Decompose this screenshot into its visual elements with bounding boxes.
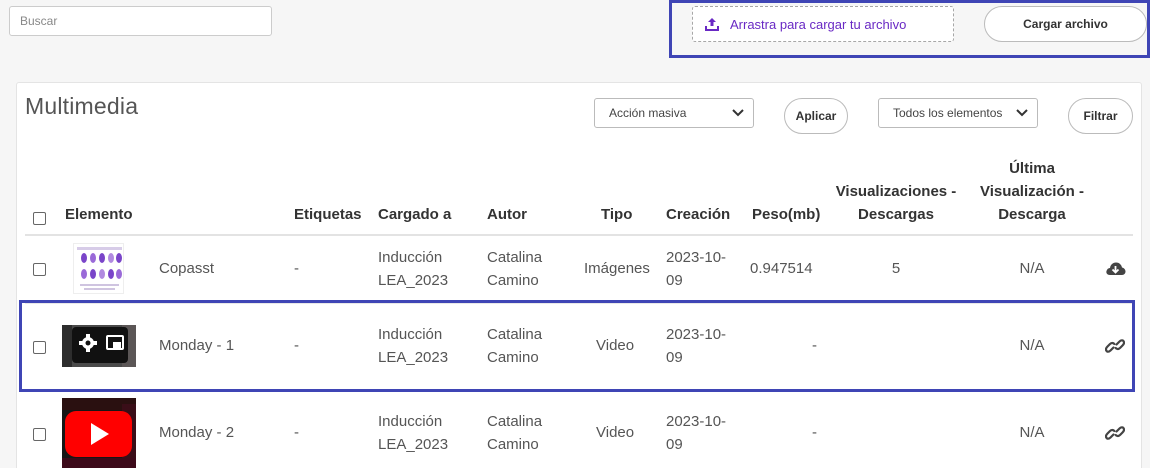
row-author-line-2: Camino [487,436,539,453]
video-thumbnail[interactable] [62,398,136,468]
row-author: Catalina Camino [487,323,542,369]
search-input[interactable] [9,6,272,36]
chevron-down-icon [1016,109,1028,117]
row-created-line-1: 2023-10- [666,413,727,430]
column-header-last-line-3: Descarga [998,206,1066,223]
row-views: 5 [891,260,901,277]
row-uploaded-to-line-1: Inducción [378,413,443,430]
row-element-name[interactable]: Monday - 1 [159,334,234,357]
video-thumbnail[interactable] [62,325,136,367]
cloud-download-icon[interactable] [1105,261,1126,277]
column-header-weight[interactable]: Peso(mb) [752,203,820,226]
youtube-play-icon [62,398,136,468]
row-created: 2023-10- 09 [666,323,726,369]
row-last-view: N/A [1019,337,1045,354]
row-type: Video [596,337,635,354]
row-element-name[interactable]: Monday - 2 [159,421,234,444]
upload-icon [705,18,719,31]
row-uploaded-to-line-2: LEA_2023 [378,349,449,366]
row-created-line-2: 09 [666,272,683,289]
row-tags: - [294,260,299,277]
row-uploaded-to-line-1: Inducción [378,249,443,266]
upload-dropzone[interactable]: Arrastra para cargar tu archivo [692,6,954,42]
column-header-type[interactable]: Tipo [601,203,632,226]
page-title: Multimedia [25,93,139,119]
poster-thumbnail-graphic [74,244,123,293]
row-uploaded-to: Inducción LEA_2023 [378,323,448,369]
column-header-last-line-1: Última [1009,160,1055,177]
column-header-last-view[interactable]: Última Visualización - Descarga [962,157,1102,226]
filter-button[interactable]: Filtrar [1068,98,1133,134]
dropzone-label: Arrastra para cargar tu archivo [730,16,907,32]
row-created-line-2: 09 [666,349,683,366]
column-header-uploaded-to[interactable]: Cargado a [378,203,451,226]
column-header-created[interactable]: Creación [666,203,730,226]
row-tags: - [294,424,299,441]
row-checkbox[interactable] [33,428,46,441]
column-header-last-line-2: Visualización - [980,183,1084,200]
apply-button[interactable]: Aplicar [784,98,848,134]
video-player-controls [62,325,136,367]
row-last-view: N/A [1019,424,1045,441]
row-created: 2023-10- 09 [666,246,726,292]
row-type: Video [596,424,635,441]
row-uploaded-to-line-2: LEA_2023 [378,436,449,453]
row-author-line-1: Catalina [487,413,543,430]
column-header-views-line-1: Visualizaciones - [835,183,957,200]
row-author-line-2: Camino [487,349,539,366]
row-author-line-2: Camino [487,272,539,289]
row-author-line-1: Catalina [487,326,543,343]
row-divider [25,303,1133,304]
row-author: Catalina Camino [487,246,542,292]
select-all-checkbox[interactable] [33,212,46,225]
row-tags: - [294,337,299,354]
bulk-action-select[interactable]: Acción masiva [594,98,754,128]
row-uploaded-to-line-2: LEA_2023 [378,272,449,289]
row-created-line-1: 2023-10- [666,326,727,343]
link-icon[interactable] [1105,337,1125,355]
row-created-line-2: 09 [666,436,683,453]
row-weight: - [812,424,817,441]
image-thumbnail[interactable] [73,243,124,294]
column-header-tags[interactable]: Etiquetas [294,203,362,226]
row-element-name[interactable]: Copasst [159,257,214,280]
filter-select-value: Todos los elementos [893,106,1003,120]
row-uploaded-to: Inducción LEA_2023 [378,246,448,292]
bulk-action-value: Acción masiva [609,106,687,120]
row-checkbox[interactable] [33,263,46,276]
row-created-line-1: 2023-10- [666,249,727,266]
column-header-author[interactable]: Autor [487,203,527,226]
table-header-divider [25,234,1133,236]
row-author: Catalina Camino [487,410,542,456]
row-checkbox[interactable] [33,341,46,354]
row-author-line-1: Catalina [487,249,543,266]
row-created: 2023-10- 09 [666,410,726,456]
column-header-views-line-2: Descargas [858,206,934,223]
row-divider [25,390,1133,391]
row-weight: - [812,337,817,354]
row-last-view: N/A [1019,260,1045,277]
filter-select[interactable]: Todos los elementos [878,98,1038,128]
row-type: Imágenes [584,260,650,277]
upload-file-button[interactable]: Cargar archivo [984,6,1147,42]
row-uploaded-to-line-1: Inducción [378,326,443,343]
row-weight: 0.947514 [750,260,813,277]
column-header-element[interactable]: Elemento [65,203,133,226]
column-header-views[interactable]: Visualizaciones - Descargas [826,180,966,226]
row-uploaded-to: Inducción LEA_2023 [378,410,448,456]
link-icon[interactable] [1105,424,1125,442]
chevron-down-icon [732,109,744,117]
